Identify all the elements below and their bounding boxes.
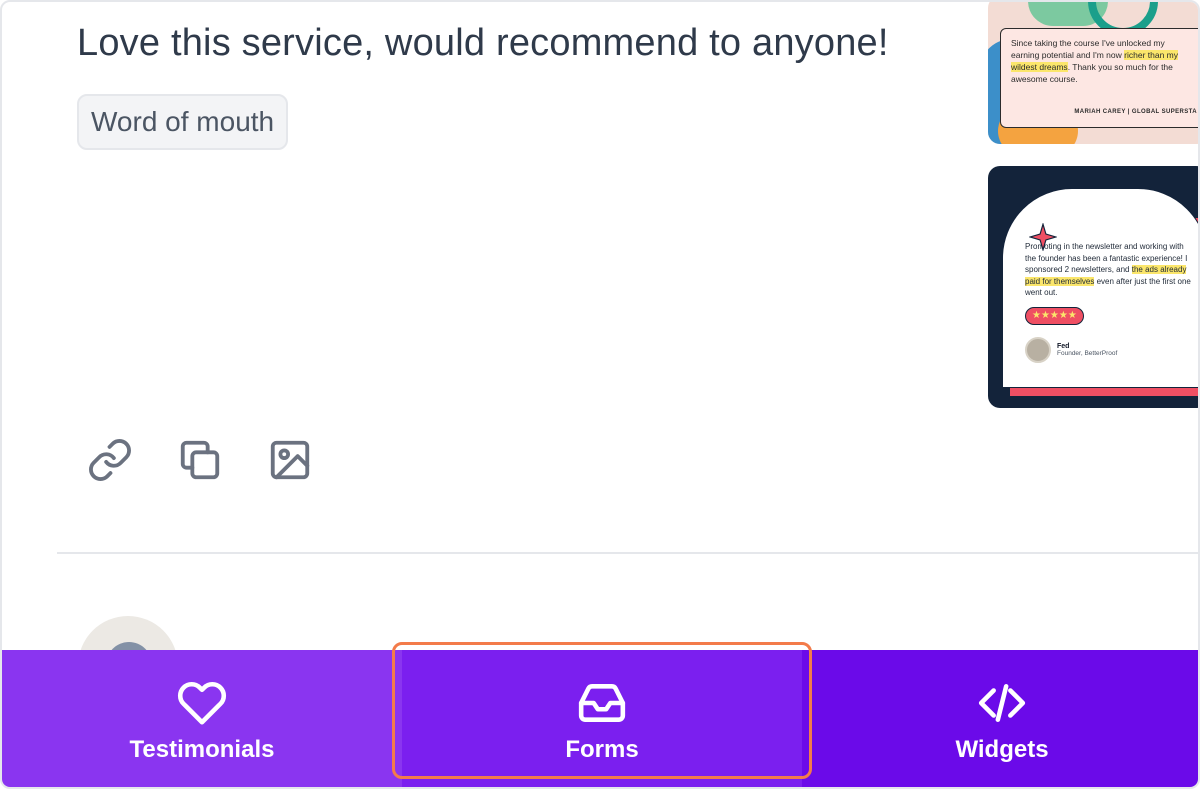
copy-icon	[180, 440, 220, 480]
testimonial-detail-panel: Love this service, would recommend to an…	[0, 0, 1200, 789]
nav-testimonials[interactable]: Testimonials	[2, 650, 402, 787]
heart-icon	[177, 681, 226, 725]
duplicate-button[interactable]	[176, 436, 224, 484]
rating-stars: ★★★★★	[1025, 306, 1084, 325]
preview-author: Fed Founder, BetterProof	[1025, 336, 1193, 363]
nav-widgets-label: Widgets	[955, 736, 1049, 763]
inbox-icon	[578, 684, 626, 722]
copy-link-button[interactable]	[86, 436, 134, 484]
preview-signature: MARIAH CAREY | GLOBAL SUPERSTA	[1074, 109, 1197, 115]
image-icon	[270, 440, 310, 480]
nav-widgets[interactable]: Widgets	[802, 650, 1198, 787]
preview-card-2: Promoting in the newsletter and working …	[1002, 188, 1198, 388]
nav-testimonials-label: Testimonials	[129, 736, 275, 763]
preview-text-1: Since taking the course I've unlocked my…	[1011, 38, 1178, 84]
code-icon	[978, 684, 1026, 722]
generate-image-button[interactable]	[266, 436, 314, 484]
preview-card-1: Since taking the course I've unlocked my…	[1000, 28, 1198, 128]
nav-forms[interactable]: Forms	[402, 650, 802, 787]
preview-author-name: Fed	[1057, 342, 1070, 350]
nav-forms-label: Forms	[565, 736, 639, 763]
source-tag[interactable]: Word of mouth	[77, 94, 289, 150]
section-divider	[57, 552, 1198, 554]
testimonial-image-preview-1[interactable]: Since taking the course I've unlocked my…	[988, 2, 1198, 144]
preview-author-avatar	[1025, 336, 1051, 363]
testimonial-image-preview-2[interactable]: Promoting in the newsletter and working …	[988, 166, 1198, 408]
testimonial-text: Love this service, would recommend to an…	[77, 22, 889, 64]
link-icon	[89, 439, 131, 481]
preview-author-role: Founder, BetterProof	[1057, 349, 1118, 357]
sparkle-icon	[1029, 223, 1057, 251]
testimonial-actions	[86, 436, 314, 484]
bottom-navigation: Testimonials Forms Widgets	[2, 650, 1198, 787]
